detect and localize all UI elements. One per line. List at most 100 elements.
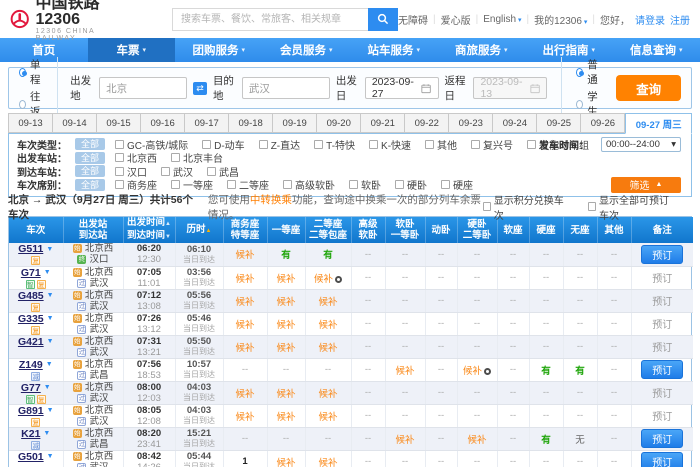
return-date-input[interactable]: 2023-09-13	[473, 77, 547, 99]
chevron-down-icon[interactable]: ▼	[47, 407, 54, 414]
seat-availability: 候补	[235, 297, 254, 308]
to-city-input[interactable]	[242, 77, 330, 99]
seat-cell: 候补	[305, 335, 351, 358]
departure-time-select[interactable]: 00:00--24:00▾	[601, 137, 681, 152]
date-tab-09-21[interactable]: 09-21	[361, 113, 405, 133]
date-tab-09-25[interactable]: 09-25	[537, 113, 581, 133]
nav-item-会员服务[interactable]: 会员服务▾	[263, 38, 351, 62]
train-link-G501[interactable]: G501	[18, 451, 44, 463]
column-header-出发时间到达时间[interactable]: 出发时间▲到达时间▼	[123, 217, 175, 243]
chevron-down-icon[interactable]: ▼	[47, 453, 54, 460]
filter-option-硬卧[interactable]: 硬卧	[395, 177, 427, 192]
book-button[interactable]: 预订	[641, 245, 683, 264]
nav-item-站车服务[interactable]: 站车服务▾	[350, 38, 438, 62]
filter-option-二等座[interactable]: 二等座	[227, 177, 269, 192]
nav-item-信息查询[interactable]: 信息查询▾	[613, 38, 700, 62]
destination-station: 过武汉	[64, 416, 123, 427]
train-link-G71[interactable]: G71	[21, 267, 41, 279]
seat-availability: --	[611, 295, 617, 306]
filter-button-label: 筛选	[630, 177, 650, 192]
book-cell: 预订	[631, 243, 693, 266]
train-link-G891[interactable]: G891	[18, 405, 44, 417]
swap-cities-icon[interactable]: ⇄	[193, 82, 207, 95]
train-link-K21[interactable]: K21	[21, 428, 40, 440]
chevron-down-icon[interactable]: ▼	[47, 292, 54, 299]
book-button[interactable]: 预订	[641, 429, 683, 448]
chevron-down-icon[interactable]: ▼	[46, 361, 53, 368]
filter-all-badge[interactable]: 全部	[75, 152, 105, 164]
depart-date-input[interactable]: 2023-09-27	[365, 77, 439, 99]
filter-all-badge[interactable]: 全部	[75, 179, 105, 191]
filter-option-高级软卧[interactable]: 高级软卧	[283, 177, 335, 192]
date-tab-09-14[interactable]: 09-14	[53, 113, 97, 133]
date-tab-09-23[interactable]: 09-23	[449, 113, 493, 133]
train-link-G77[interactable]: G77	[21, 382, 41, 394]
register-link[interactable]: 注册	[670, 12, 690, 27]
query-button[interactable]: 查询	[616, 75, 681, 101]
filter-option-商务座[interactable]: 商务座	[115, 177, 157, 192]
seat-cell: --	[597, 312, 631, 335]
date-tab-09-17[interactable]: 09-17	[185, 113, 229, 133]
filter-option-复兴号[interactable]: 复兴号	[471, 137, 513, 152]
filter-option-其他[interactable]: 其他	[425, 137, 457, 152]
departure-time: 07:26	[124, 313, 175, 324]
train-link-G421[interactable]: G421	[18, 336, 44, 348]
time-cell: 07:3113:21	[123, 335, 175, 358]
search-button[interactable]	[368, 8, 398, 31]
date-tab-09-15[interactable]: 09-15	[97, 113, 141, 133]
nav-item-团购服务[interactable]: 团购服务▾	[175, 38, 263, 62]
date-tab-09-13[interactable]: 09-13	[8, 113, 53, 133]
chevron-down-icon: ▾	[516, 17, 521, 24]
date-tab-active[interactable]: 09-27 周三	[625, 113, 692, 134]
chevron-down-icon[interactable]: ▼	[44, 269, 51, 276]
nav-item-label: 会员服务	[280, 42, 326, 58]
filter-all-badge[interactable]: 全部	[75, 138, 105, 150]
date-tab-09-16[interactable]: 09-16	[141, 113, 185, 133]
date-tab-09-20[interactable]: 09-20	[317, 113, 361, 133]
filter-all-badge[interactable]: 全部	[75, 165, 105, 177]
from-city-input[interactable]	[99, 77, 187, 99]
train-link-G335[interactable]: G335	[18, 313, 44, 325]
book-cell: 预订	[631, 289, 693, 312]
date-tab-09-22[interactable]: 09-22	[405, 113, 449, 133]
top-link-3[interactable]: 我的12306 ▾	[534, 12, 587, 27]
date-tab-09-18[interactable]: 09-18	[229, 113, 273, 133]
filter-option-label: Z-直达	[271, 137, 300, 152]
book-button[interactable]: 预订	[641, 360, 683, 379]
train-link-Z149[interactable]: Z149	[19, 359, 43, 371]
chevron-down-icon[interactable]: ▼	[47, 338, 54, 345]
train-link-G511[interactable]: G511	[18, 243, 43, 255]
search-input[interactable]	[172, 8, 368, 31]
seat-availability: --	[365, 410, 371, 421]
filter-option-软卧[interactable]: 软卧	[349, 177, 381, 192]
results-checkbox-1[interactable]: 显示全部可预订车次	[588, 192, 678, 222]
filter-option-一等座[interactable]: 一等座	[171, 177, 213, 192]
filter-option-T-特快[interactable]: T-特快	[314, 137, 355, 152]
chevron-down-icon[interactable]: ▼	[44, 384, 51, 391]
logo: 中国铁路12306 12306 CHINA RAILWAY	[10, 0, 106, 42]
seat-availability: --	[510, 456, 516, 467]
nav-item-车票[interactable]: 车票▾	[88, 38, 176, 62]
chevron-down-icon[interactable]: ▼	[43, 430, 50, 437]
train-link-G485[interactable]: G485	[18, 290, 44, 302]
normal-passenger-radio[interactable]: 普通	[576, 57, 602, 87]
one-way-radio[interactable]: 单程	[19, 57, 45, 87]
transfer-link[interactable]: 中转换乘	[250, 194, 292, 206]
top-link-1[interactable]: 爱心版	[441, 12, 471, 27]
date-tab-09-19[interactable]: 09-19	[273, 113, 317, 133]
date-tab-09-26[interactable]: 09-26	[581, 113, 625, 133]
date-tab-09-24[interactable]: 09-24	[493, 113, 537, 133]
top-link-2[interactable]: English ▾	[483, 14, 521, 25]
filter-option-硬座[interactable]: 硬座	[441, 177, 473, 192]
nav-item-商旅服务[interactable]: 商旅服务▾	[438, 38, 526, 62]
filter-submit-button[interactable]: 筛选▲	[611, 177, 681, 193]
book-button[interactable]: 预订	[641, 452, 683, 467]
filter-option-K-快速[interactable]: K-快速	[369, 137, 411, 152]
login-link[interactable]: 请登录	[635, 12, 665, 27]
top-link-0[interactable]: 无障碍	[398, 12, 428, 27]
chevron-down-icon[interactable]: ▼	[46, 246, 53, 253]
time-cell: 07:1213:08	[123, 289, 175, 312]
chevron-down-icon[interactable]: ▼	[47, 315, 54, 322]
filter-option-Z-直达[interactable]: Z-直达	[259, 137, 300, 152]
results-checkbox-0[interactable]: 显示积分兑换车次	[483, 192, 564, 222]
